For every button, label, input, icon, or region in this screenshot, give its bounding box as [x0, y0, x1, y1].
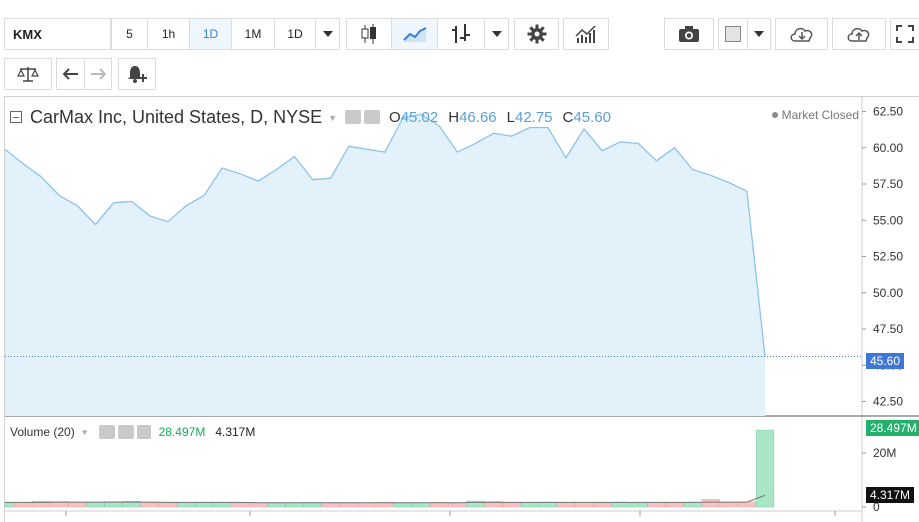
open-label: O	[389, 108, 401, 126]
price-tick-label: 57.50	[873, 177, 903, 191]
volume-bar	[412, 502, 431, 508]
high-value: 46.66	[459, 108, 497, 126]
volume-caret-icon[interactable]: ▼	[81, 428, 89, 437]
series-title: CarMax Inc, United States, D, NYSE	[30, 106, 323, 127]
low-value: 42.75	[514, 108, 553, 126]
volume-ma-value: 4.317M	[215, 425, 256, 439]
volume-bar	[647, 502, 666, 508]
volume-bar	[719, 502, 738, 508]
volume-bar	[249, 502, 268, 508]
volume-bar	[86, 502, 105, 508]
volume-bar	[629, 502, 648, 508]
price-tick-label: 62.50	[873, 105, 903, 119]
volume-bar	[231, 502, 250, 508]
price-tick-label: 47.50	[873, 322, 903, 336]
price-area	[5, 114, 765, 417]
volume-bar	[68, 502, 87, 508]
volume-bar	[321, 502, 340, 508]
volume-bar	[194, 502, 214, 508]
volume-title: Volume (20)	[10, 425, 75, 439]
volume-bar	[574, 502, 594, 508]
volume-bar	[13, 502, 33, 508]
volume-bar	[665, 502, 684, 508]
price-chart: 62.5060.0057.5055.0052.5050.0047.5045.00…	[4, 97, 919, 522]
close-value: 45.60	[573, 108, 611, 126]
status-dot-icon	[771, 112, 778, 118]
eye-icon[interactable]	[345, 110, 362, 124]
volume-value: 28.497M	[158, 425, 206, 439]
volume-eye-icon[interactable]	[98, 425, 115, 439]
volume-ma-tag: 4.317M	[866, 487, 915, 503]
last-volume-tag: 28.497M	[866, 420, 919, 436]
volume-bar	[520, 502, 539, 508]
volume-bar	[4, 502, 15, 508]
volume-bar	[267, 502, 286, 508]
price-tick-label: 42.50	[873, 395, 903, 409]
volume-bar	[701, 499, 720, 508]
volume-bar	[448, 502, 467, 508]
volume-bar	[393, 502, 413, 508]
volume-bar	[502, 502, 521, 508]
price-tick-label: 55.00	[873, 213, 903, 227]
volume-bar	[213, 502, 232, 508]
volume-bar	[140, 502, 159, 508]
volume-bar	[593, 502, 612, 508]
volume-bar	[285, 502, 304, 508]
volume-tick-label: 20M	[873, 446, 896, 460]
volume-bar	[176, 502, 196, 508]
price-tick-label: 50.00	[873, 286, 903, 300]
volume-bar	[357, 502, 376, 508]
high-label: H	[448, 108, 460, 126]
volume-bar	[556, 502, 576, 508]
volume-bar	[339, 502, 358, 508]
last-price-tag: 45.60	[866, 353, 905, 369]
series-caret-icon[interactable]: ▼	[328, 113, 337, 123]
close-icon[interactable]	[136, 425, 151, 439]
collapse-legend-icon[interactable]	[10, 111, 22, 123]
volume-bar	[158, 502, 177, 508]
series-legend: CarMax Inc, United States, D, NYSE ▼ O45…	[10, 106, 611, 128]
price-tick-label: 60.00	[873, 141, 903, 155]
low-label: L	[506, 108, 515, 126]
series-settings-icon[interactable]	[364, 110, 381, 124]
open-value: 45.02	[400, 108, 439, 126]
close-label: C	[562, 108, 574, 126]
volume-legend: Volume (20) ▼ 28.497M 4.317M	[10, 425, 255, 439]
market-status: Market Closed	[771, 108, 859, 122]
market-status-text: Market Closed	[781, 108, 859, 122]
price-tick-label: 52.50	[873, 250, 903, 264]
ohlc-values: O45.02 H46.66 L42.75 C45.60	[389, 109, 611, 126]
volume-settings-icon[interactable]	[117, 425, 134, 439]
volume-bar	[737, 501, 756, 508]
